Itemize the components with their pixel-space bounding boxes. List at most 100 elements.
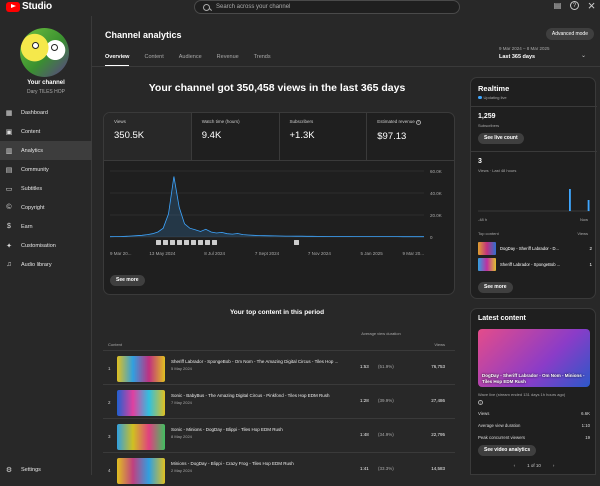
search-placeholder: Search across your channel <box>216 4 291 10</box>
divider <box>471 106 597 107</box>
sidebar-item-subtitles[interactable]: ▭ Subtitles <box>0 179 92 198</box>
studio-logo[interactable]: Studio <box>6 1 52 12</box>
video-thumbnail <box>117 390 165 416</box>
metric-value: 9.4K <box>201 130 222 141</box>
tab-audience[interactable]: Audience <box>179 54 202 66</box>
advanced-mode-button[interactable]: Advanced mode <box>545 28 594 40</box>
avatar[interactable] <box>20 28 69 77</box>
video-thumbnail <box>117 458 165 484</box>
pagination: ‹ 1 of 10 › <box>471 463 597 468</box>
video-marker-icon <box>170 240 175 245</box>
date-range-picker[interactable]: 9 Mar 2024 – 8 Mar 2025 Last 365 days <box>499 46 550 60</box>
live-dot-icon <box>478 95 482 100</box>
sidebar-item-label: Analytics <box>21 147 44 154</box>
video-date: 2 May 2024 <box>171 468 192 473</box>
close-icon[interactable]: × <box>587 0 596 12</box>
top-content-views-label: Views <box>577 231 588 236</box>
avg-duration: 1:41 <box>360 466 369 471</box>
earn-icon: $ <box>7 223 11 230</box>
metric-revenue[interactable]: Estimated revenue i $97.13 <box>367 113 454 160</box>
axis-left-label: -48 h <box>478 217 488 222</box>
page-title: Channel analytics <box>105 30 182 40</box>
list-item[interactable]: Sheriff Labrador - SpongeBob ... 1 <box>478 258 592 272</box>
chart-line <box>109 176 424 238</box>
logo-text: Studio <box>22 1 52 12</box>
sidebar-item-label: Copyright <box>21 204 45 211</box>
metric-subscribers[interactable]: Subscribers +1.3K <box>280 113 368 160</box>
search-icon <box>203 3 210 11</box>
next-icon[interactable]: › <box>553 463 555 468</box>
y-tick-label: 0 <box>430 235 433 240</box>
customisation-icon: ✦ <box>6 242 12 250</box>
x-tick-label: 5 Jan 2025 <box>361 251 384 256</box>
video-title: Sonic - BabyBus - The Amazing Digital Ci… <box>171 393 330 398</box>
subscriber-count: 1,259 <box>478 113 496 120</box>
realtime-bar[interactable] <box>587 200 590 211</box>
chevron-down-icon[interactable]: ⌄ <box>581 52 586 59</box>
metric-label: Subscribers <box>289 119 314 124</box>
table-row[interactable]: 2 Sonic - BabyBus - The Amazing Digital C… <box>103 384 455 418</box>
help-icon[interactable]: ? <box>570 1 579 10</box>
table-row[interactable]: 1 Sheriff Labrador - SpongeBob - Om Nom -… <box>103 350 455 384</box>
realtime-bar-chart <box>478 189 590 212</box>
video-marker-icon <box>205 240 210 245</box>
table-row[interactable]: 3 Sonic - Minions - DogDay - Blippi - Til… <box>103 418 455 452</box>
tab-trends[interactable]: Trends <box>254 54 271 66</box>
item-views: 1 <box>589 262 592 267</box>
metric-views[interactable]: Views 350.5K <box>104 113 192 160</box>
video-date: 5 May 2024 <box>171 366 192 371</box>
sidebar-item-label: Dashboard <box>21 109 48 116</box>
metric-watch-time[interactable]: Watch time (hours) 9.4K <box>192 113 280 160</box>
comment-icon[interactable]: ▤ <box>553 1 562 10</box>
info-icon[interactable]: i <box>416 119 422 125</box>
tab-overview[interactable]: Overview <box>105 54 130 66</box>
sidebar-item-label: Settings <box>21 466 41 473</box>
channel-name: Dary TILES HOP <box>27 89 65 95</box>
latest-video-thumbnail[interactable]: DogDay - Sheriff Labrador - Om Nom - Min… <box>478 329 590 387</box>
dashboard-icon: ▦ <box>5 109 13 117</box>
see-more-realtime-button[interactable]: See more <box>478 282 513 293</box>
video-marker-icon <box>212 240 217 245</box>
tabs: Overview Content Audience Revenue Trends <box>105 54 271 66</box>
audio-library-icon: ♫ <box>6 261 12 268</box>
video-views: 22,795 <box>431 432 445 437</box>
sidebar-item-analytics[interactable]: ▥ Analytics <box>0 141 92 160</box>
sidebar-item-dashboard[interactable]: ▦ Dashboard <box>0 103 92 122</box>
tab-content[interactable]: Content <box>144 54 163 66</box>
sidebar-item-customisation[interactable]: ✦ Customisation <box>0 236 92 255</box>
see-live-count-button[interactable]: See live count <box>478 133 524 144</box>
copyright-icon: © <box>6 204 12 211</box>
prev-icon[interactable]: ‹ <box>514 463 516 468</box>
video-title: Sonic - Minions - DogDay - Blippi - Tile… <box>171 427 283 432</box>
realtime-bar[interactable] <box>569 189 571 211</box>
video-marker-icon <box>156 240 161 245</box>
video-marker-icon <box>191 240 196 245</box>
sidebar-item-settings[interactable]: ⚙ Settings <box>0 460 92 479</box>
sidebar-item-content[interactable]: ▣ Content <box>0 122 92 141</box>
see-video-analytics-button[interactable]: See video analytics <box>478 445 537 456</box>
see-more-button[interactable]: See more <box>110 275 145 286</box>
tab-revenue[interactable]: Revenue <box>217 54 239 66</box>
youtube-logo-icon <box>6 1 20 12</box>
list-item[interactable]: DogDay - Sheriff Labrador - D... 2 <box>478 242 592 256</box>
table-row[interactable]: 4 Minions - DogDay - Blippi - Crazy Frog … <box>103 452 455 486</box>
row-index: 2 <box>108 400 111 405</box>
avatar-eye <box>32 42 39 49</box>
sidebar-item-earn[interactable]: $ Earn <box>0 217 92 236</box>
sidebar-item-audio-library[interactable]: ♫ Audio library <box>0 255 92 274</box>
video-marker-icon <box>177 240 182 245</box>
y-tick-label: 20.0K <box>430 213 442 218</box>
search-input[interactable]: Search across your channel <box>194 0 460 14</box>
video-marker-icon <box>294 240 299 245</box>
video-views: 27,486 <box>431 398 445 403</box>
sidebar-item-community[interactable]: ▤ Community <box>0 160 92 179</box>
avg-duration-percent: (34.9%) <box>378 432 394 437</box>
column-header-avg-duration: Average view duration <box>361 331 401 336</box>
info-icon[interactable]: i <box>478 400 483 405</box>
sidebar-item-copyright[interactable]: © Copyright <box>0 198 92 217</box>
video-thumbnail <box>478 242 496 255</box>
video-thumbnail <box>117 356 165 382</box>
sidebar-item-label: Audio library <box>21 261 52 268</box>
video-marker-icon <box>184 240 189 245</box>
sidebar: Your channel Dary TILES HOP ▦ Dashboard ▣ C… <box>0 16 92 475</box>
